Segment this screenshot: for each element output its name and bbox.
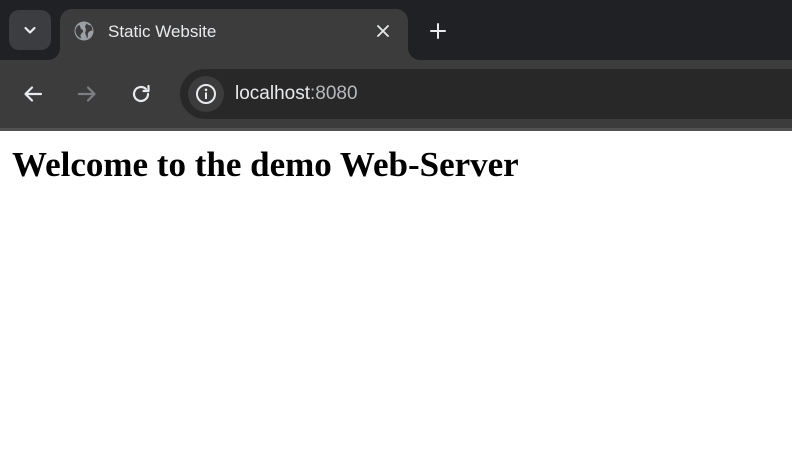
site-info-button[interactable] — [188, 76, 224, 112]
tab-title: Static Website — [108, 22, 217, 41]
browser-window: Static Website localhost:8080 Welcome to… — [0, 0, 792, 466]
tab-search-button[interactable] — [9, 10, 51, 50]
back-button[interactable] — [19, 80, 47, 108]
url-host: localhost — [235, 83, 310, 104]
new-tab-button[interactable] — [424, 17, 452, 45]
url-port: :8080 — [310, 83, 358, 104]
forward-button[interactable] — [73, 80, 101, 108]
address-bar[interactable]: localhost:8080 — [180, 69, 792, 119]
arrow-right-icon — [77, 86, 96, 102]
reload-icon — [132, 84, 150, 103]
reload-button[interactable] — [127, 80, 155, 108]
url-text[interactable]: localhost:8080 — [235, 83, 358, 105]
tab-close-button[interactable] — [372, 20, 394, 42]
tab-strip: Static Website — [0, 0, 792, 60]
info-icon — [196, 84, 216, 104]
plus-icon — [430, 23, 446, 39]
globe-icon — [74, 21, 94, 41]
arrow-left-icon — [24, 86, 43, 102]
page-heading: Welcome to the demo Web-Server — [12, 145, 519, 184]
close-icon — [377, 25, 389, 37]
tab-active[interactable]: Static Website — [60, 9, 408, 60]
chevron-down-icon — [24, 26, 36, 34]
page-content: Welcome to the demo Web-Server — [0, 131, 792, 466]
toolbar: localhost:8080 — [0, 60, 792, 128]
